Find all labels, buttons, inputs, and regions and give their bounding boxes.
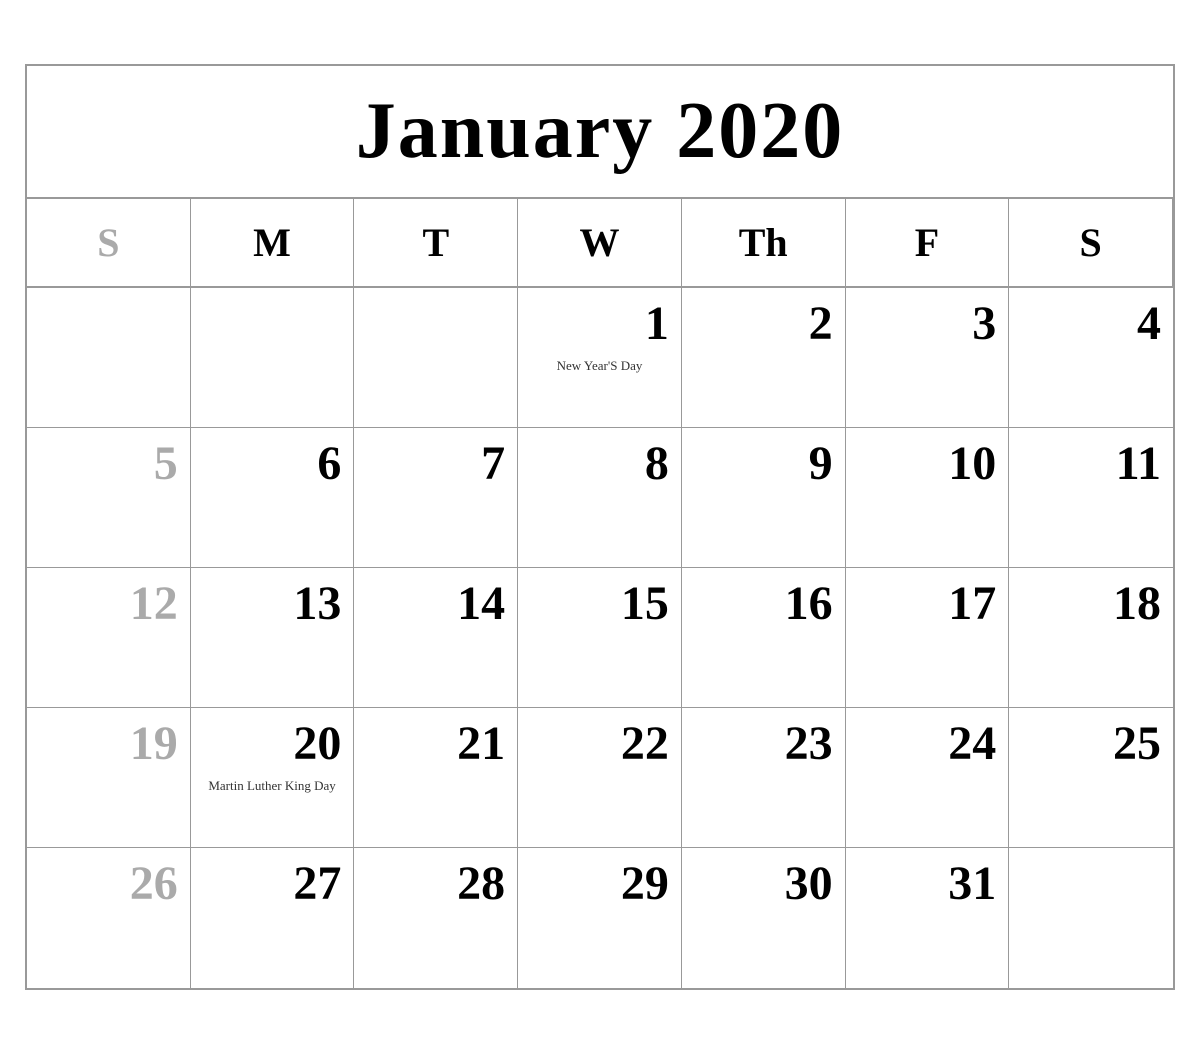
day-of-week-header: W	[518, 199, 682, 288]
day-number: 19	[39, 716, 178, 771]
calendar-day-cell: 16	[682, 568, 846, 708]
day-number: 31	[858, 856, 997, 911]
day-number: 30	[694, 856, 833, 911]
calendar-day-cell: 18	[1009, 568, 1173, 708]
calendar-day-cell: 3	[846, 288, 1010, 428]
calendar-day-cell: 14	[354, 568, 518, 708]
calendar-day-cell: 2	[682, 288, 846, 428]
day-of-week-header: Th	[682, 199, 846, 288]
calendar-grid: SMTWThFS1New Year'S Day23456789101112131…	[27, 199, 1173, 988]
day-number: 12	[39, 576, 178, 631]
day-of-week-header: T	[354, 199, 518, 288]
day-number: 27	[203, 856, 342, 911]
calendar-day-cell: 11	[1009, 428, 1173, 568]
day-number: 9	[694, 436, 833, 491]
day-number: 21	[366, 716, 505, 771]
calendar-day-cell: 22	[518, 708, 682, 848]
day-number: 10	[858, 436, 997, 491]
calendar-day-cell	[191, 288, 355, 428]
day-number: 7	[366, 436, 505, 491]
calendar-day-cell: 1 New Year'S Day	[518, 288, 682, 428]
calendar: January 2020 SMTWThFS1New Year'S Day2345…	[25, 64, 1175, 990]
day-event-label: New Year'S Day	[530, 357, 669, 375]
day-number: 3	[858, 296, 997, 351]
day-number: 29	[530, 856, 669, 911]
day-number: 6	[203, 436, 342, 491]
day-of-week-header: F	[846, 199, 1010, 288]
calendar-day-cell: 19	[27, 708, 191, 848]
day-number: 13	[203, 576, 342, 631]
calendar-day-cell: 26	[27, 848, 191, 988]
day-number: 11	[1021, 436, 1161, 491]
calendar-day-cell: 4	[1009, 288, 1173, 428]
calendar-day-cell: 23	[682, 708, 846, 848]
calendar-day-cell	[1009, 848, 1173, 988]
day-number: 25	[1021, 716, 1161, 771]
day-number: 24	[858, 716, 997, 771]
day-number: 2	[694, 296, 833, 351]
calendar-day-cell: 10	[846, 428, 1010, 568]
day-number: 20	[203, 716, 342, 771]
calendar-day-cell: 20 Martin Luther King Day	[191, 708, 355, 848]
day-number: 23	[694, 716, 833, 771]
calendar-day-cell: 27	[191, 848, 355, 988]
day-number: 4	[1021, 296, 1161, 351]
day-number: 5	[39, 436, 178, 491]
day-number: 22	[530, 716, 669, 771]
day-of-week-header: M	[191, 199, 355, 288]
calendar-day-cell: 30	[682, 848, 846, 988]
day-number: 14	[366, 576, 505, 631]
calendar-day-cell: 8	[518, 428, 682, 568]
calendar-day-cell: 5	[27, 428, 191, 568]
calendar-header: January 2020	[27, 66, 1173, 199]
calendar-day-cell	[27, 288, 191, 428]
day-number: 1	[530, 296, 669, 351]
day-event-label: Martin Luther King Day	[203, 777, 342, 795]
day-number: 15	[530, 576, 669, 631]
calendar-day-cell: 6	[191, 428, 355, 568]
calendar-day-cell: 12	[27, 568, 191, 708]
calendar-day-cell: 17	[846, 568, 1010, 708]
calendar-title: January 2020	[356, 87, 845, 175]
calendar-day-cell: 29	[518, 848, 682, 988]
day-number: 17	[858, 576, 997, 631]
day-of-week-header: S	[27, 199, 191, 288]
day-number: 8	[530, 436, 669, 491]
calendar-day-cell: 15	[518, 568, 682, 708]
calendar-day-cell: 21	[354, 708, 518, 848]
day-number: 16	[694, 576, 833, 631]
day-number: 28	[366, 856, 505, 911]
calendar-day-cell: 25	[1009, 708, 1173, 848]
calendar-day-cell: 24	[846, 708, 1010, 848]
day-of-week-header: S	[1009, 199, 1173, 288]
calendar-day-cell: 7	[354, 428, 518, 568]
calendar-day-cell: 28	[354, 848, 518, 988]
day-number: 26	[39, 856, 178, 911]
calendar-day-cell: 13	[191, 568, 355, 708]
calendar-day-cell: 9	[682, 428, 846, 568]
day-number: 18	[1021, 576, 1161, 631]
calendar-day-cell	[354, 288, 518, 428]
calendar-day-cell: 31	[846, 848, 1010, 988]
